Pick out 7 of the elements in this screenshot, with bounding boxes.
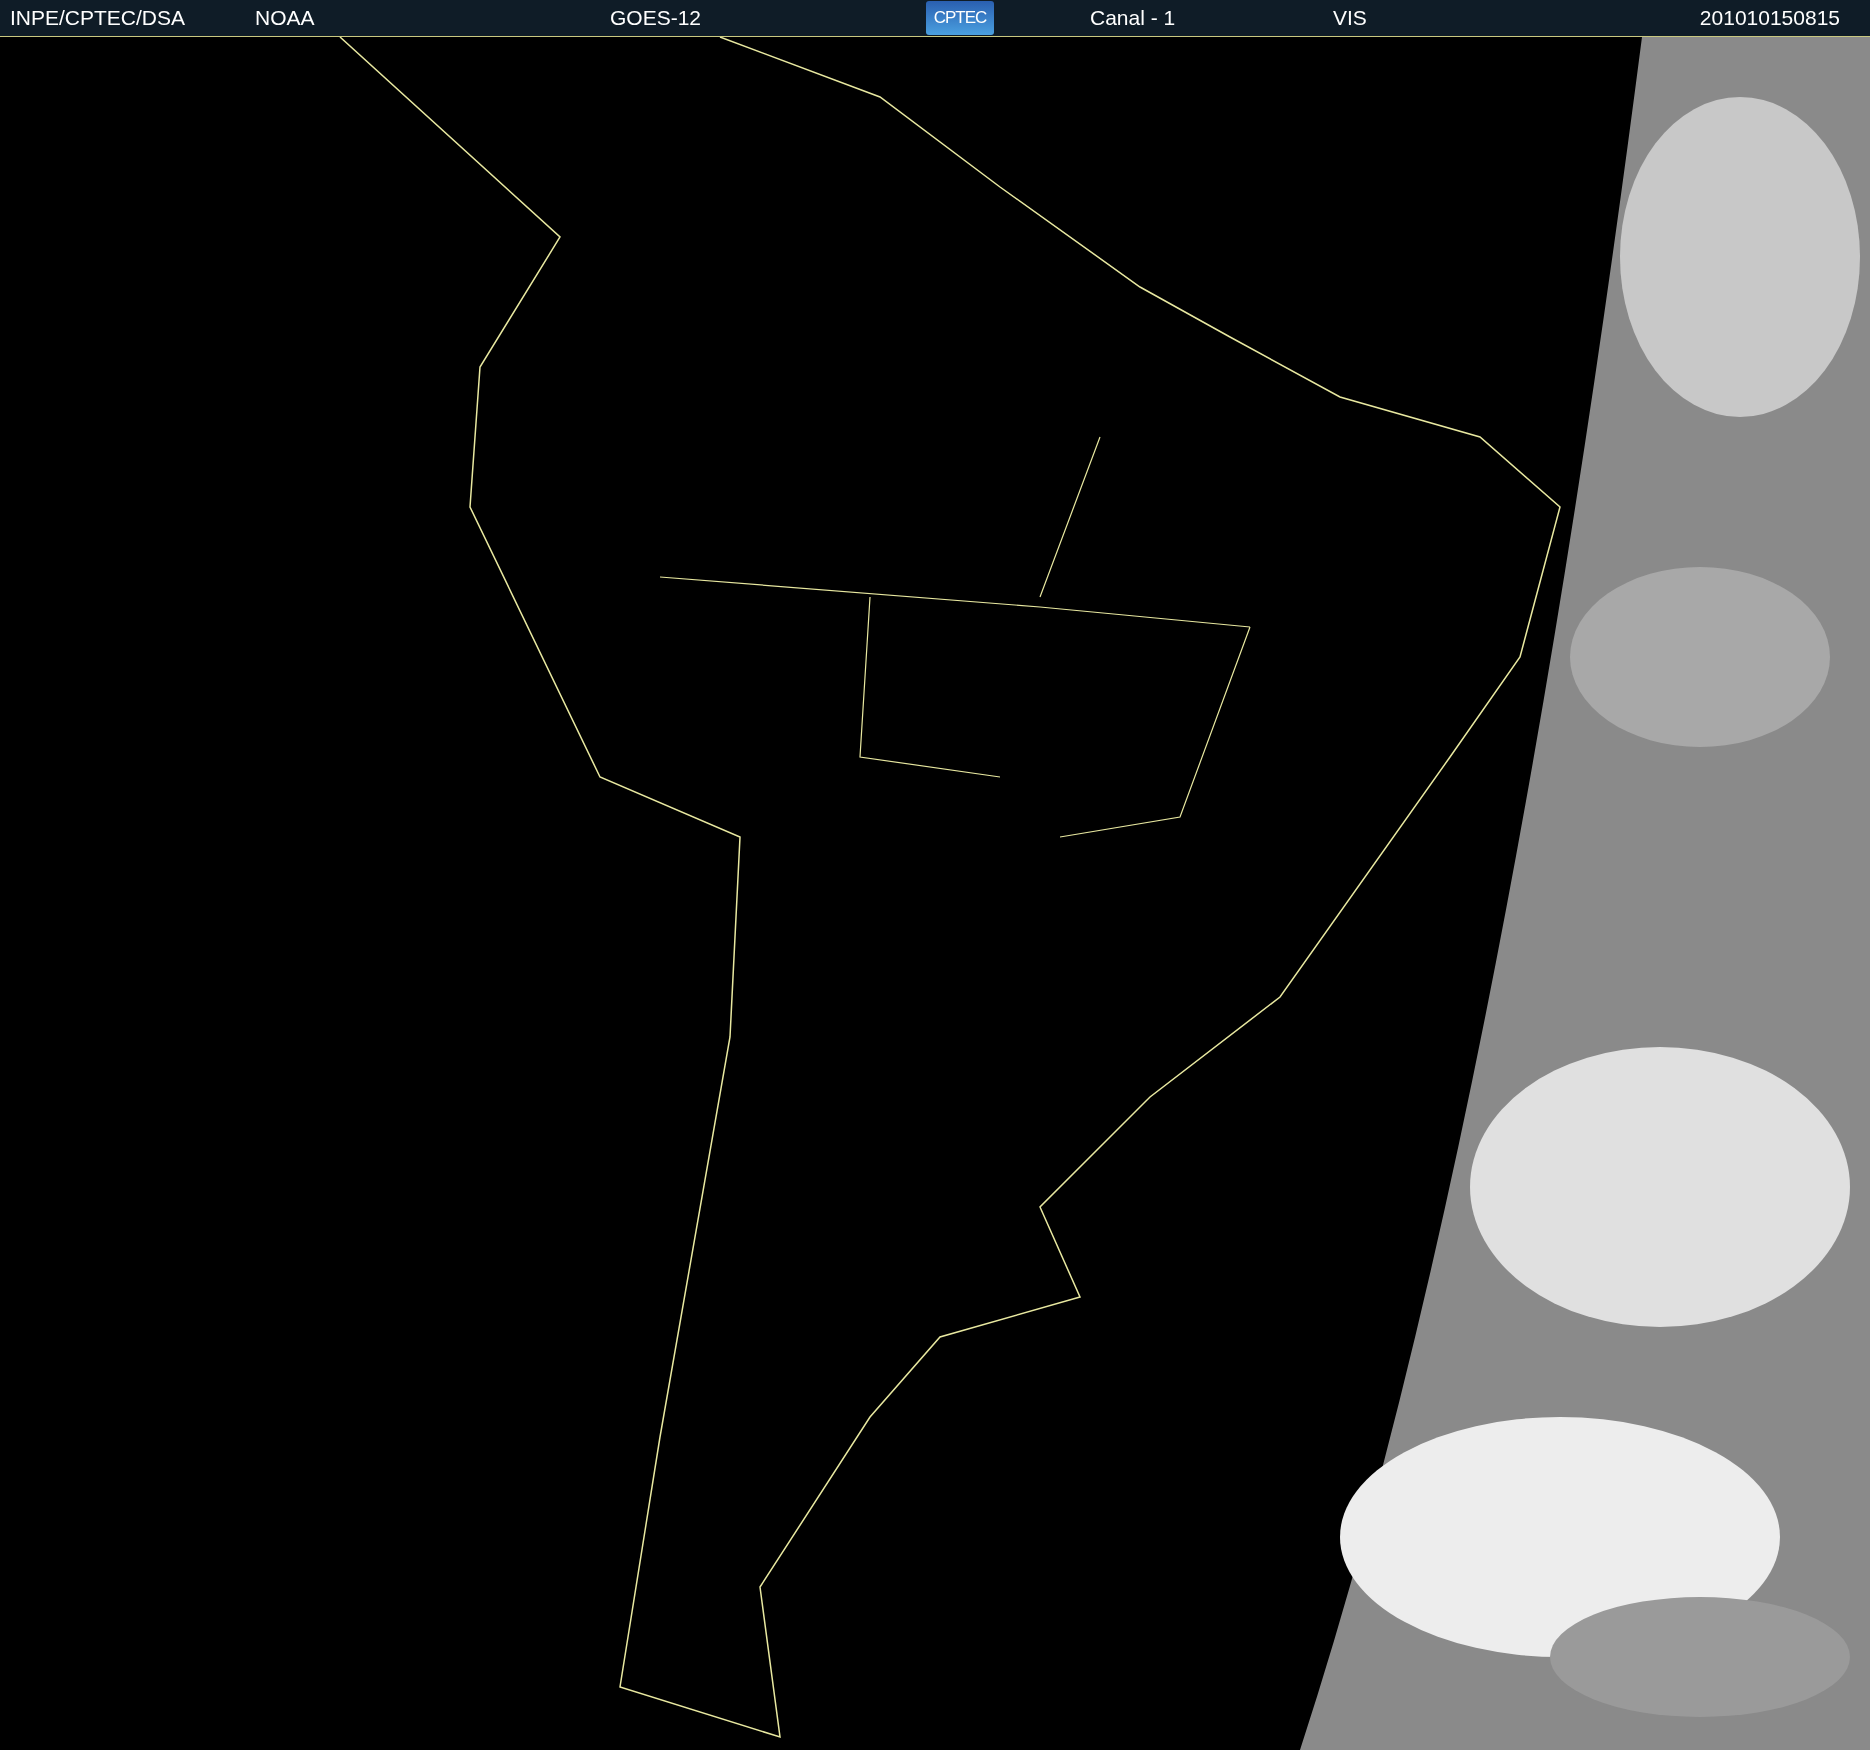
source-label: INPE/CPTEC/DSA (10, 6, 187, 30)
timestamp-label: 201010150815 (1699, 6, 1840, 30)
band-label: VIS (1333, 6, 1368, 30)
channel-label: Canal - 1 (1090, 6, 1177, 30)
agency-label: NOAA (255, 6, 316, 30)
logo: CPTEC (926, 1, 994, 35)
satellite-label: GOES-12 (610, 6, 703, 30)
